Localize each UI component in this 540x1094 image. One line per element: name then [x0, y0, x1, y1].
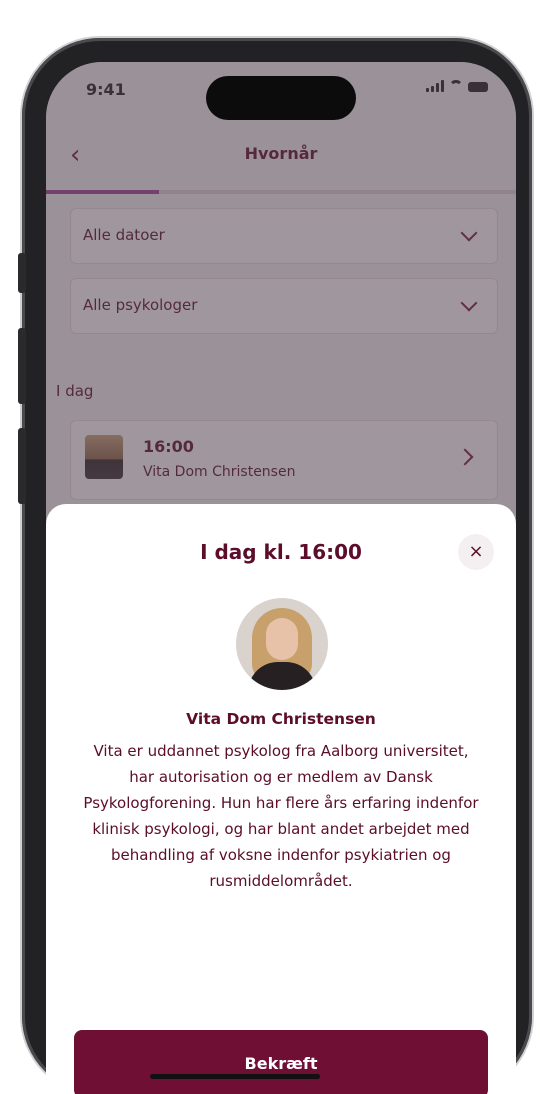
date-filter-dropdown[interactable]: Alle datoer [70, 208, 498, 264]
dynamic-island [206, 76, 356, 120]
close-icon: × [468, 541, 484, 562]
chevron-down-icon [460, 224, 478, 242]
time-slot-row[interactable]: 16:00 Vita Dom Christensen [70, 420, 498, 500]
bottom-sheet: I dag kl. 16:00 × Vita Dom Christensen V… [46, 504, 516, 1094]
chevron-right-icon [456, 448, 474, 466]
avatar [236, 598, 328, 690]
psychologist-filter-dropdown[interactable]: Alle psykologer [70, 278, 498, 334]
status-icons [426, 80, 488, 92]
date-filter-label: Alle datoer [83, 226, 165, 244]
wifi-icon [449, 80, 463, 92]
section-today-label: I dag [56, 382, 94, 400]
psychologist-bio: Vita er uddannet psykolog fra Aalborg un… [83, 742, 479, 890]
sheet-title: I dag kl. 16:00 [200, 540, 362, 564]
status-time: 9:41 [86, 80, 126, 99]
progress-fill [46, 190, 159, 194]
slot-time: 16:00 [143, 437, 194, 456]
slot-avatar [85, 435, 123, 479]
home-indicator [150, 1074, 320, 1079]
chevron-down-icon [460, 294, 478, 312]
confirm-button[interactable]: Bekræft [74, 1030, 488, 1094]
nav-header: ‹ Hvornår [46, 134, 516, 184]
progress-bar [46, 190, 516, 194]
status-bar: 9:41 [46, 62, 516, 122]
psychologist-name: Vita Dom Christensen [186, 710, 376, 728]
volume-down-button [18, 428, 26, 504]
mute-switch [18, 253, 26, 293]
close-button[interactable]: × [458, 534, 494, 570]
app-screen: 9:41 ‹ Hvornår Alle datoer Alle psykolog… [46, 62, 516, 1094]
psychologist-filter-label: Alle psykologer [83, 296, 198, 314]
slot-psychologist-name: Vita Dom Christensen [143, 464, 296, 480]
volume-up-button [18, 328, 26, 404]
signal-icon [426, 80, 444, 92]
page-title: Hvornår [244, 144, 318, 163]
battery-icon [468, 82, 488, 92]
